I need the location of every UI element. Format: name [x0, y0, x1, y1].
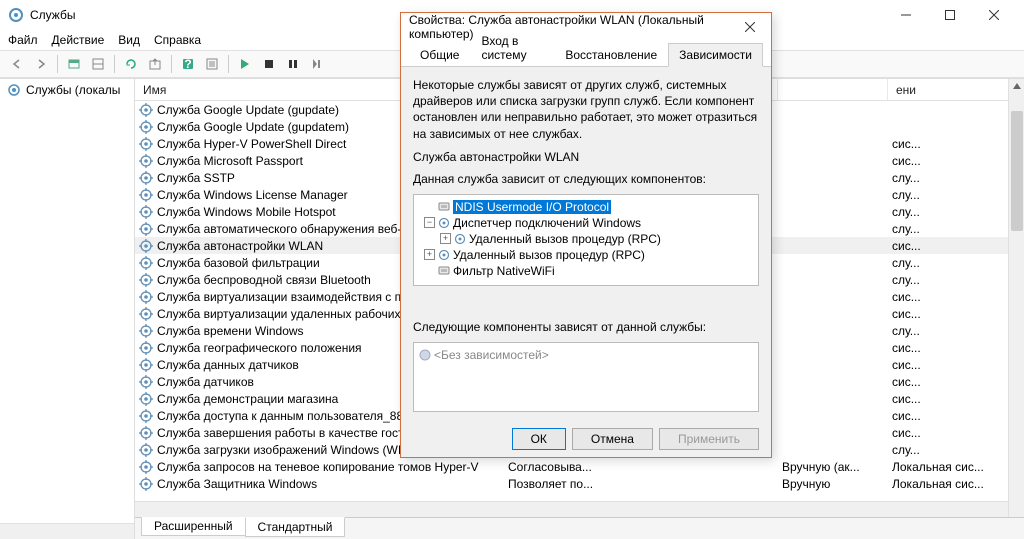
tree-item[interactable]: +Удаленный вызов процедур (RPC) — [418, 247, 754, 263]
apply-button[interactable]: Применить — [659, 428, 759, 450]
menu-view[interactable]: Вид — [118, 33, 140, 47]
component-icon — [418, 348, 432, 362]
tree-item[interactable]: +Удаленный вызов процедур (RPC) — [418, 231, 754, 247]
dialog-title: Свойства: Служба автонастройки WLAN (Лок… — [409, 13, 737, 41]
maximize-button[interactable] — [928, 0, 972, 30]
depends-on-label: Данная служба зависит от следующих компо… — [413, 172, 759, 186]
tab-extended[interactable]: Расширенный — [141, 517, 246, 536]
tree-expander[interactable]: + — [424, 249, 435, 260]
depends-on-tree[interactable]: NDIS Usermode I/O Protocol−Диспетчер под… — [413, 194, 759, 286]
help-button[interactable]: ? — [177, 53, 199, 75]
properties-dialog: Свойства: Служба автонастройки WLAN (Лок… — [400, 12, 772, 458]
tab-dependencies[interactable]: Зависимости — [668, 43, 763, 67]
dialog-close-button[interactable] — [737, 17, 763, 37]
sidebar: Службы (локалы — [0, 79, 135, 539]
col-login[interactable]: ени — [888, 79, 1008, 100]
service-name-label: Служба автонастройки WLAN — [413, 150, 759, 164]
tab-logon[interactable]: Вход в систему — [470, 29, 554, 66]
svg-text:?: ? — [184, 57, 191, 71]
back-button[interactable] — [6, 53, 28, 75]
ok-button[interactable]: ОК — [512, 428, 566, 450]
col-start[interactable] — [778, 79, 888, 100]
no-dependencies-text: <Без зависимостей> — [434, 348, 549, 362]
dialog-description: Некоторые службы зависят от других служб… — [413, 77, 759, 142]
dependents-tree[interactable]: <Без зависимостей> — [413, 342, 759, 412]
tree-expander[interactable]: − — [424, 217, 435, 228]
tree-item[interactable]: −Диспетчер подключений Windows — [418, 215, 754, 231]
export-button[interactable] — [144, 53, 166, 75]
start-button[interactable] — [234, 53, 256, 75]
dependents-label: Следующие компоненты зависят от данной с… — [413, 320, 759, 334]
sidebar-item-services[interactable]: Службы (локалы — [0, 79, 134, 101]
refresh-button[interactable] — [120, 53, 142, 75]
list-hscroll[interactable] — [135, 501, 1008, 517]
sidebar-label: Службы (локалы — [26, 83, 120, 97]
properties-button[interactable] — [201, 53, 223, 75]
restart-button[interactable] — [306, 53, 328, 75]
tab-general[interactable]: Общие — [409, 43, 470, 66]
tab-recovery[interactable]: Восстановление — [554, 43, 668, 66]
close-button[interactable] — [972, 0, 1016, 30]
cancel-button[interactable]: Отмена — [572, 428, 653, 450]
pause-button[interactable] — [282, 53, 304, 75]
service-row[interactable]: Служба запросов на теневое копирование т… — [135, 458, 1008, 475]
service-row[interactable]: Служба Защитника WindowsПозволяет по...В… — [135, 475, 1008, 492]
menu-file[interactable]: Файл — [8, 33, 38, 47]
toolbar-btn-2[interactable] — [87, 53, 109, 75]
tab-standard[interactable]: Стандартный — [245, 517, 346, 537]
tree-expander[interactable]: + — [440, 233, 451, 244]
view-tabs: Расширенный Стандартный — [135, 517, 1024, 539]
sidebar-hscroll[interactable] — [0, 523, 134, 539]
forward-button[interactable] — [30, 53, 52, 75]
menu-action[interactable]: Действие — [52, 33, 105, 47]
toolbar-btn-1[interactable] — [63, 53, 85, 75]
vscrollbar[interactable] — [1008, 79, 1024, 517]
minimize-button[interactable] — [884, 0, 928, 30]
app-icon — [8, 7, 24, 23]
menu-help[interactable]: Справка — [154, 33, 201, 47]
stop-button[interactable] — [258, 53, 280, 75]
tree-item[interactable]: Фильтр NativeWiFi — [418, 263, 754, 279]
tree-item[interactable]: NDIS Usermode I/O Protocol — [418, 199, 754, 215]
gear-icon — [6, 82, 22, 98]
